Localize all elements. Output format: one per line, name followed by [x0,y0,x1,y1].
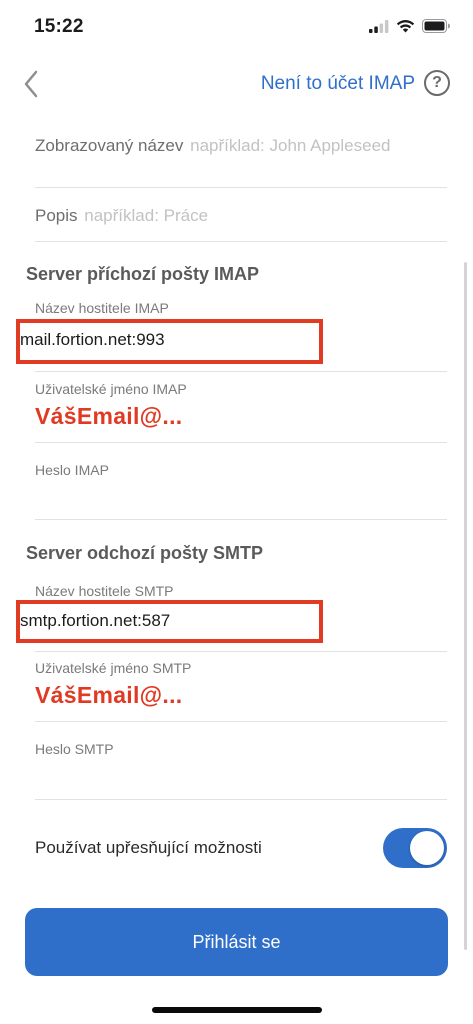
imap-username-label: Uživatelské jméno IMAP [35,381,187,397]
advanced-options-row: Používat upřesňující možnosti [35,826,447,870]
login-button[interactable]: Přihlásit se [25,908,448,976]
scrollbar[interactable] [464,262,467,950]
imap-username-value: VášEmail@... [35,403,183,429]
signal-icon [369,19,389,33]
nav-bar: Není to účet IMAP ? [0,60,473,108]
display-name-label: Zobrazovaný název [35,136,184,155]
smtp-username-field[interactable]: Uživatelské jméno SMTP VášEmail@... [35,660,447,722]
advanced-options-label: Používat upřesňující možnosti [35,838,262,857]
imap-username-field[interactable]: Uživatelské jméno IMAP VášEmail@... [35,381,447,443]
question-circle-icon: ? [432,74,442,91]
chevron-left-icon [24,70,38,98]
description-field[interactable]: Popis například: Práce [35,206,447,242]
smtp-host-highlight [16,600,323,643]
not-imap-account-link[interactable]: Není to účet IMAP [261,73,415,95]
imap-host-label: Název hostitele IMAP [35,300,169,316]
description-label: Popis [35,206,78,225]
home-indicator [152,1007,322,1013]
imap-password-field[interactable]: Heslo IMAP [35,462,447,520]
advanced-options-toggle[interactable] [383,828,447,868]
imap-host-highlight [16,319,323,364]
battery-icon [422,19,450,33]
smtp-host-label: Název hostitele SMTP [35,583,174,599]
back-button[interactable] [16,68,46,100]
status-time: 15:22 [34,16,84,37]
imap-section-title: Server příchozí pošty IMAP [26,264,260,284]
status-icons [369,19,451,33]
wifi-icon [396,20,415,33]
display-name-placeholder: například: John Appleseed [190,136,391,155]
display-name-field[interactable]: Zobrazovaný název například: John Apples… [35,136,447,188]
smtp-password-field[interactable]: Heslo SMTP [35,741,447,800]
status-bar: 15:22 [0,0,473,56]
toggle-knob [410,831,444,865]
smtp-username-label: Uživatelské jméno SMTP [35,660,192,676]
help-button[interactable]: ? [424,70,450,96]
smtp-username-value: VášEmail@... [35,682,183,708]
description-placeholder: například: Práce [84,206,209,225]
smtp-section-title: Server odchozí pošty SMTP [26,543,264,563]
smtp-password-label: Heslo SMTP [35,741,114,757]
imap-password-label: Heslo IMAP [35,462,109,478]
